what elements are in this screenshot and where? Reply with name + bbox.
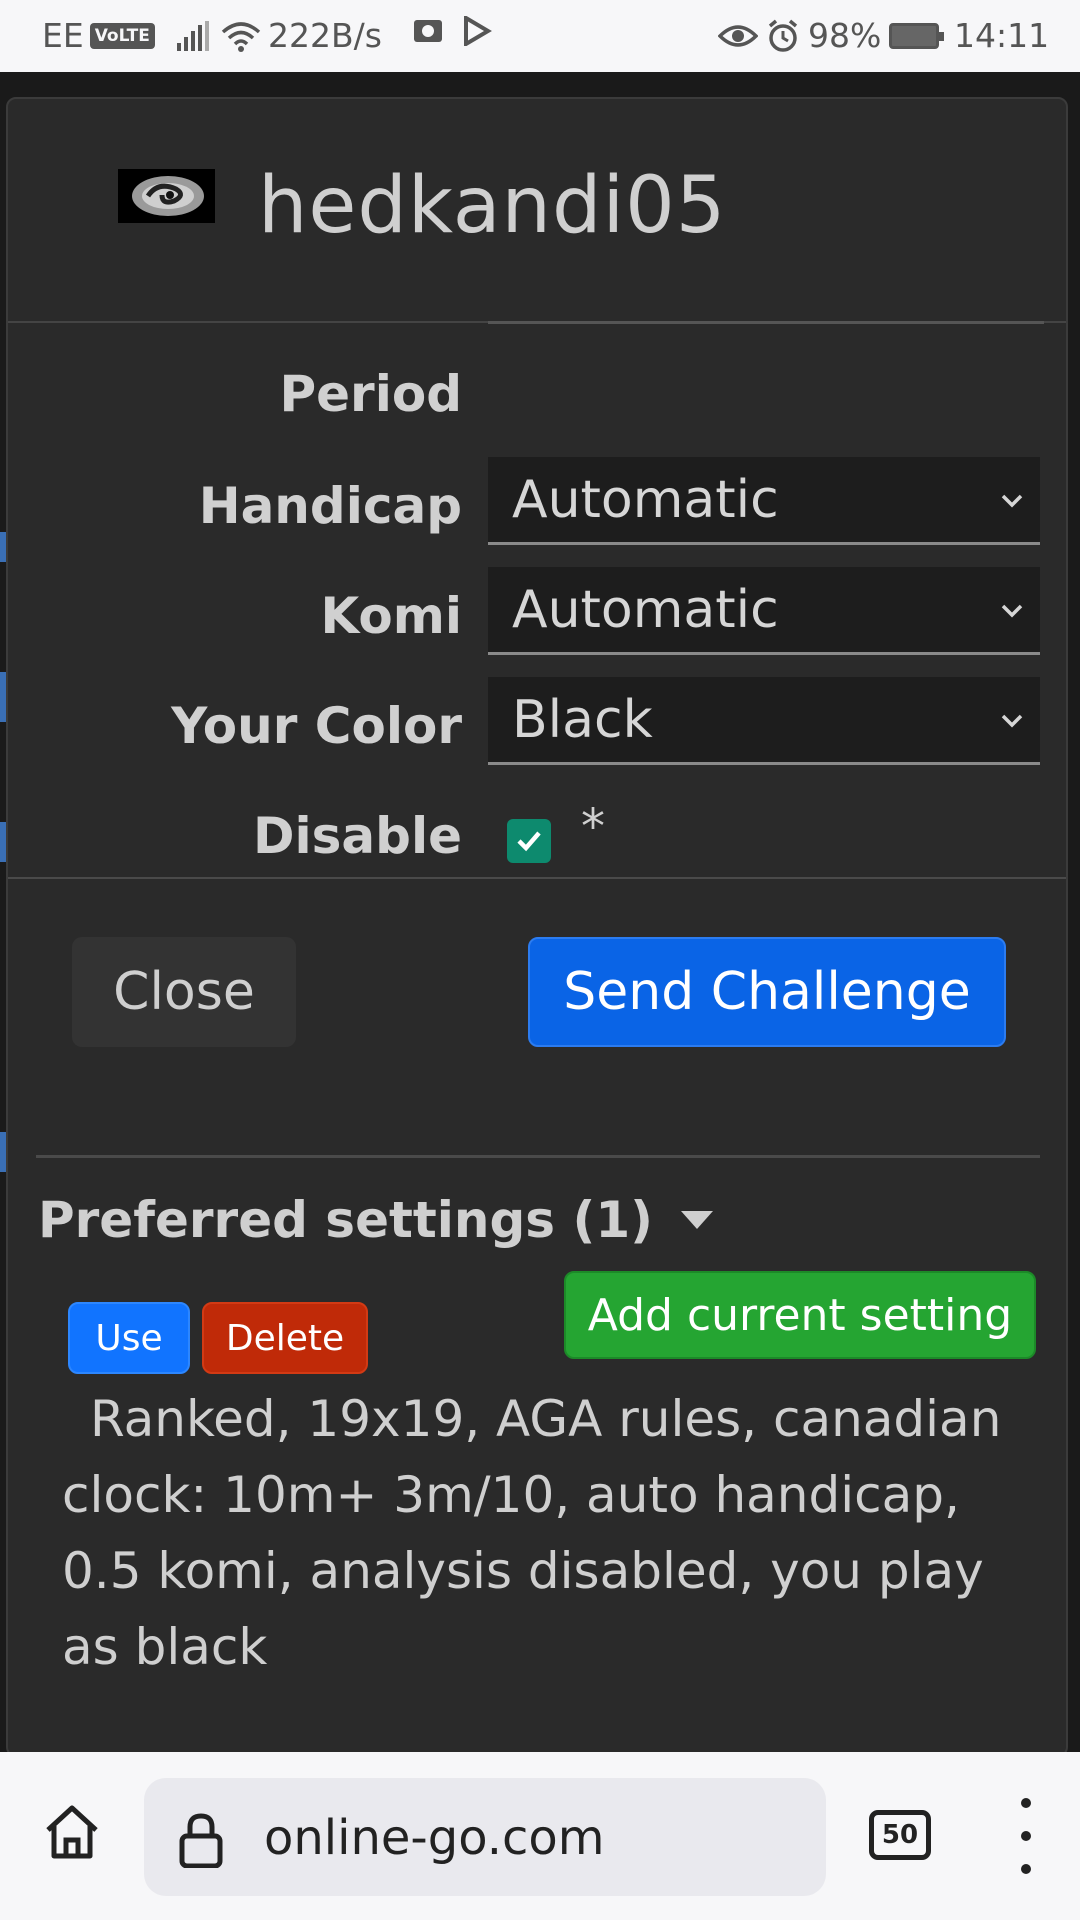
modal-header: hedkandi05 — [8, 99, 1066, 323]
add-current-setting-button[interactable]: Add current setting — [564, 1271, 1036, 1359]
battery-icon — [889, 22, 945, 49]
photo-notification-icon — [414, 20, 442, 42]
battery-percent: 98% — [808, 16, 882, 55]
preferred-settings-title: Preferred settings (1) — [38, 1191, 653, 1249]
send-challenge-button[interactable]: Send Challenge — [528, 937, 1006, 1047]
eye-comfort-icon — [718, 24, 758, 47]
your-color-select[interactable]: Black — [488, 677, 1040, 765]
divider — [36, 1155, 1040, 1158]
chevron-down-icon — [1001, 604, 1023, 618]
challenge-modal: hedkandi05 Period Handicap Automatic Kom… — [6, 97, 1068, 1757]
your-color-value: Black — [512, 689, 653, 750]
carrier-group: EE VoLTE — [42, 16, 261, 55]
browser-toolbar: online-go.com 50 — [0, 1752, 1080, 1920]
delete-setting-button[interactable]: Delete — [202, 1302, 368, 1374]
handicap-select[interactable]: Automatic — [488, 457, 1040, 545]
chevron-down-icon — [1001, 494, 1023, 508]
checkmark-icon — [517, 831, 541, 852]
alarm-icon — [768, 19, 798, 52]
use-setting-button[interactable]: Use — [68, 1302, 190, 1374]
clock: 14:11 — [954, 16, 1050, 55]
handicap-label: Handicap — [198, 477, 462, 535]
status-right-group: 98% — [718, 16, 945, 55]
komi-select[interactable]: Automatic — [488, 567, 1040, 655]
address-bar[interactable]: online-go.com — [144, 1778, 826, 1896]
overflow-menu-icon[interactable] — [1014, 1798, 1038, 1874]
komi-value: Automatic — [512, 579, 779, 640]
disable-note: * — [581, 799, 605, 855]
caret-down-icon — [680, 1211, 713, 1229]
disable-label: Disable — [253, 807, 462, 865]
tab-switcher-button[interactable]: 50 — [869, 1810, 931, 1860]
close-button[interactable]: Close — [72, 937, 296, 1047]
preferred-settings-toggle[interactable]: Preferred settings (1) — [38, 1191, 713, 1249]
avatar-image — [132, 176, 204, 216]
your-color-label: Your Color — [171, 697, 462, 755]
preferred-setting-description: Ranked, 19x19, AGA rules, canadian clock… — [62, 1390, 1002, 1676]
username[interactable]: hedkandi05 — [258, 161, 726, 251]
avatar[interactable] — [118, 169, 215, 223]
divider — [8, 877, 1066, 879]
period-label: Period — [279, 365, 463, 423]
url-text: online-go.com — [264, 1810, 605, 1866]
network-speed: 222B/s — [268, 16, 382, 55]
volte-badge: VoLTE — [89, 22, 155, 49]
notification-icons — [412, 16, 492, 46]
home-icon[interactable] — [40, 1800, 104, 1864]
carrier-name: EE — [42, 16, 84, 55]
divider — [488, 321, 1044, 324]
status-bar: EE VoLTE 222B/s 98% 14:11 — [0, 0, 1080, 72]
play-store-icon — [464, 16, 492, 46]
handicap-value: Automatic — [512, 469, 779, 530]
lock-icon — [179, 1813, 223, 1868]
disable-analysis-checkbox[interactable] — [507, 819, 551, 863]
wifi-icon — [221, 21, 261, 52]
chevron-down-icon — [1001, 714, 1023, 728]
signal-icon — [176, 20, 209, 51]
komi-label: Komi — [320, 587, 462, 645]
